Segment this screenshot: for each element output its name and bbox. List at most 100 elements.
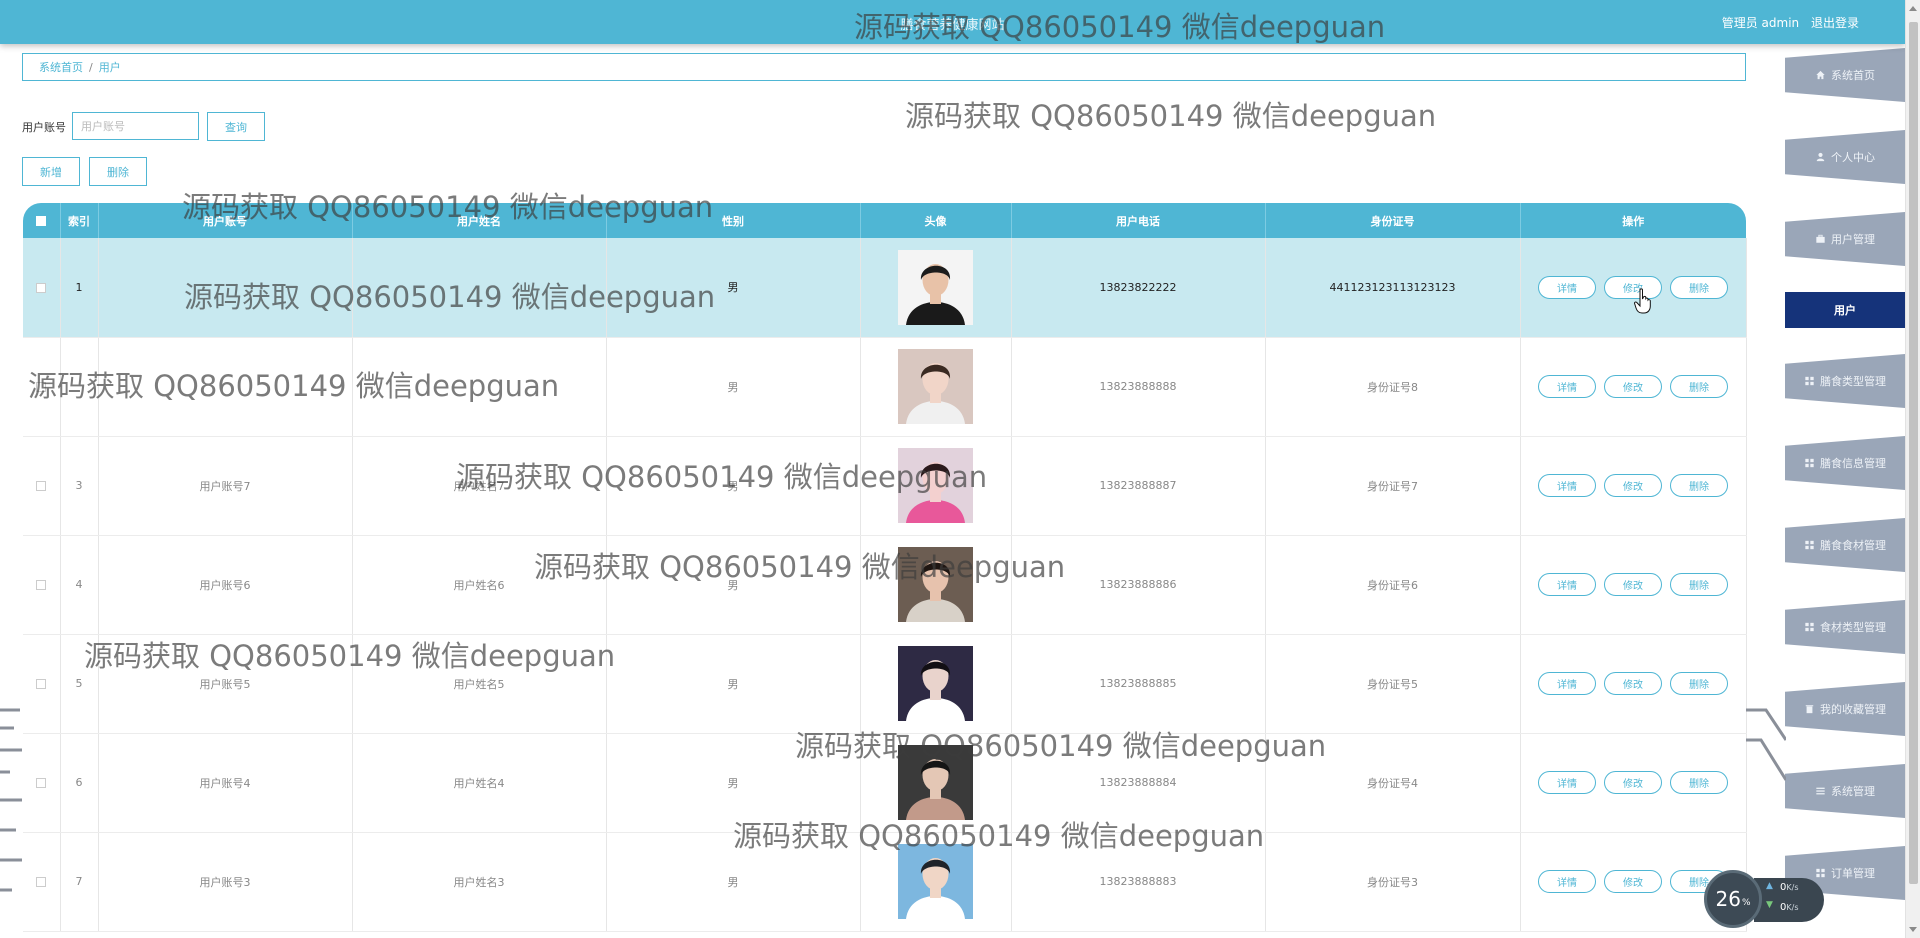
sidebar-item-label: 我的收藏管理 <box>1820 703 1886 716</box>
select-all-checkbox[interactable] <box>36 216 47 226</box>
edit-button[interactable]: 修改 <box>1604 573 1662 596</box>
row-select-cell <box>23 733 61 833</box>
add-button[interactable]: 新增 <box>22 157 80 186</box>
user-table: 索引 用户账号 用户姓名 性别 头像 用户电话 身份证号 操作 1 男 138238… <box>23 203 1747 932</box>
cell-idcard: 身份证号6 <box>1265 535 1521 635</box>
trash-icon <box>1804 704 1815 714</box>
sidebar-item[interactable]: 个人中心 <box>1785 130 1905 184</box>
upload-arrow-icon: ▲ <box>1766 881 1773 891</box>
cell-avatar <box>860 733 1012 833</box>
sidebar-item[interactable]: 用户管理 <box>1785 212 1905 266</box>
cell-account: 用户账号6 <box>98 535 353 635</box>
table-row[interactable]: 6 用户账号4 用户姓名4 男 13823888884 身份证号4 详情 修改 删除 <box>23 733 1747 833</box>
edit-button[interactable]: 修改 <box>1604 375 1662 398</box>
vertical-scrollbar[interactable] <box>1905 0 1920 938</box>
sidebar-item-label: 膳食类型管理 <box>1820 375 1886 388</box>
search-input[interactable] <box>72 112 199 140</box>
breadcrumb-home[interactable]: 系统首页 <box>39 59 83 75</box>
row-checkbox[interactable] <box>36 481 47 491</box>
scroll-down-arrow[interactable] <box>1909 927 1917 932</box>
sidebar: 系统首页个人中心用户管理用户膳食类型管理 膳食信息管理膳食食材管理 食材类型管理我的… <box>1785 44 1905 938</box>
detail-button[interactable]: 详情 <box>1538 375 1596 398</box>
batch-delete-button[interactable]: 删除 <box>89 157 147 186</box>
cell-index: 5 <box>60 634 99 734</box>
hand-cursor-icon <box>1634 288 1651 314</box>
logout-link[interactable]: 退出登录 <box>1811 16 1859 30</box>
avatar <box>898 448 973 523</box>
column-header-avatar: 头像 <box>860 203 1012 238</box>
row-checkbox[interactable] <box>36 778 47 788</box>
sidebar-item-label: 用户 <box>1834 304 1856 317</box>
edit-button[interactable]: 修改 <box>1604 474 1662 497</box>
delete-button[interactable]: 删除 <box>1670 375 1728 398</box>
table-row[interactable]: 男 13823888888 身份证号8 详情 修改 删除 <box>23 337 1747 437</box>
row-checkbox[interactable] <box>36 580 47 590</box>
grid-icon <box>1804 458 1815 468</box>
grid-icon <box>1804 376 1815 386</box>
cell-gender: 男 <box>606 634 861 734</box>
edit-button[interactable]: 修改 <box>1604 771 1662 794</box>
table-row[interactable]: 3 用户账号7 用户姓名7 男 13823888887 身份证号7 详情 修改 删除 <box>23 436 1747 536</box>
scrollbar-thumb[interactable] <box>1909 22 1918 884</box>
cell-avatar <box>860 436 1012 536</box>
sidebar-item[interactable]: 我的收藏管理 <box>1785 682 1905 736</box>
edit-button[interactable]: 修改 <box>1604 275 1662 299</box>
delete-button[interactable]: 删除 <box>1670 771 1728 794</box>
grid-icon <box>1804 622 1815 632</box>
delete-button[interactable]: 删除 <box>1670 275 1728 299</box>
row-checkbox[interactable] <box>36 282 47 293</box>
sidebar-item-label: 膳食信息管理 <box>1820 457 1886 470</box>
usage-ring: 26% <box>1704 870 1762 928</box>
detail-button[interactable]: 详情 <box>1538 672 1596 695</box>
sidebar-item[interactable]: 膳食类型管理 <box>1785 354 1905 408</box>
edit-button[interactable]: 修改 <box>1604 870 1662 893</box>
cell-gender: 男 <box>606 733 861 833</box>
sidebar-item[interactable]: 食材类型管理 <box>1785 600 1905 654</box>
table-row[interactable]: 5 用户账号5 用户姓名5 男 13823888885 身份证号5 详情 修改 删除 <box>23 634 1747 734</box>
edit-button[interactable]: 修改 <box>1604 672 1662 695</box>
table-row[interactable]: 4 用户账号6 用户姓名6 男 13823888886 身份证号6 详情 修改 删除 <box>23 535 1747 635</box>
breadcrumb: 系统首页 / 用户 <box>22 53 1746 81</box>
row-checkbox[interactable] <box>36 382 47 392</box>
scroll-up-arrow[interactable] <box>1909 6 1917 11</box>
site-title: 膳食营养健康网站 <box>900 18 1005 33</box>
network-speed-widget[interactable]: ▲ ▼ 0K/s 0K/s 26% <box>1704 870 1824 928</box>
cell-name: 用户姓名7 <box>352 436 607 536</box>
delete-button[interactable]: 删除 <box>1670 672 1728 695</box>
row-checkbox[interactable] <box>36 679 47 689</box>
cell-gender: 男 <box>606 238 861 338</box>
detail-button[interactable]: 详情 <box>1538 573 1596 596</box>
sidebar-item[interactable]: 系统管理 <box>1785 764 1905 818</box>
cell-gender: 男 <box>606 535 861 635</box>
column-header-phone: 用户电话 <box>1011 203 1266 238</box>
delete-button[interactable]: 删除 <box>1670 573 1728 596</box>
row-select-cell <box>23 238 61 338</box>
watermark: 源码获取 QQ86050149 微信deepguan <box>905 99 1437 133</box>
detail-button[interactable]: 详情 <box>1538 870 1596 893</box>
cell-phone: 13823888885 <box>1011 634 1266 734</box>
cell-index: 4 <box>60 535 99 635</box>
sidebar-item[interactable]: 用户 <box>1785 292 1905 328</box>
user-info: 管理员 admin 退出登录 <box>1714 14 1859 31</box>
cell-name <box>352 238 607 338</box>
speed-panel: ▲ ▼ 0K/s 0K/s <box>1754 878 1824 922</box>
row-actions: 详情 修改 删除 <box>1521 474 1746 497</box>
detail-button[interactable]: 详情 <box>1538 275 1596 299</box>
cell-account: 用户账号5 <box>98 634 353 734</box>
column-header-gender: 性别 <box>606 203 861 238</box>
detail-button[interactable]: 详情 <box>1538 771 1596 794</box>
table-row[interactable]: 7 用户账号3 用户姓名3 男 13823888883 身份证号3 详情 修改 删除 <box>23 832 1747 932</box>
row-checkbox[interactable] <box>36 877 47 887</box>
search-button[interactable]: 查询 <box>207 112 265 141</box>
sidebar-item[interactable]: 系统首页 <box>1785 48 1905 102</box>
sidebar-item[interactable]: 膳食食材管理 <box>1785 518 1905 572</box>
sidebar-item[interactable]: 膳食信息管理 <box>1785 436 1905 490</box>
cell-index: 7 <box>60 832 99 932</box>
column-header-index: 索引 <box>60 203 99 238</box>
column-header-actions: 操作 <box>1520 203 1746 238</box>
detail-button[interactable]: 详情 <box>1538 474 1596 497</box>
cell-account: 用户账号7 <box>98 436 353 536</box>
table-row[interactable]: 1 男 13823822222 441123123113123123 详情 修改 删除 <box>23 238 1747 338</box>
delete-button[interactable]: 删除 <box>1670 474 1728 497</box>
cell-actions: 详情 修改 删除 <box>1520 436 1747 536</box>
